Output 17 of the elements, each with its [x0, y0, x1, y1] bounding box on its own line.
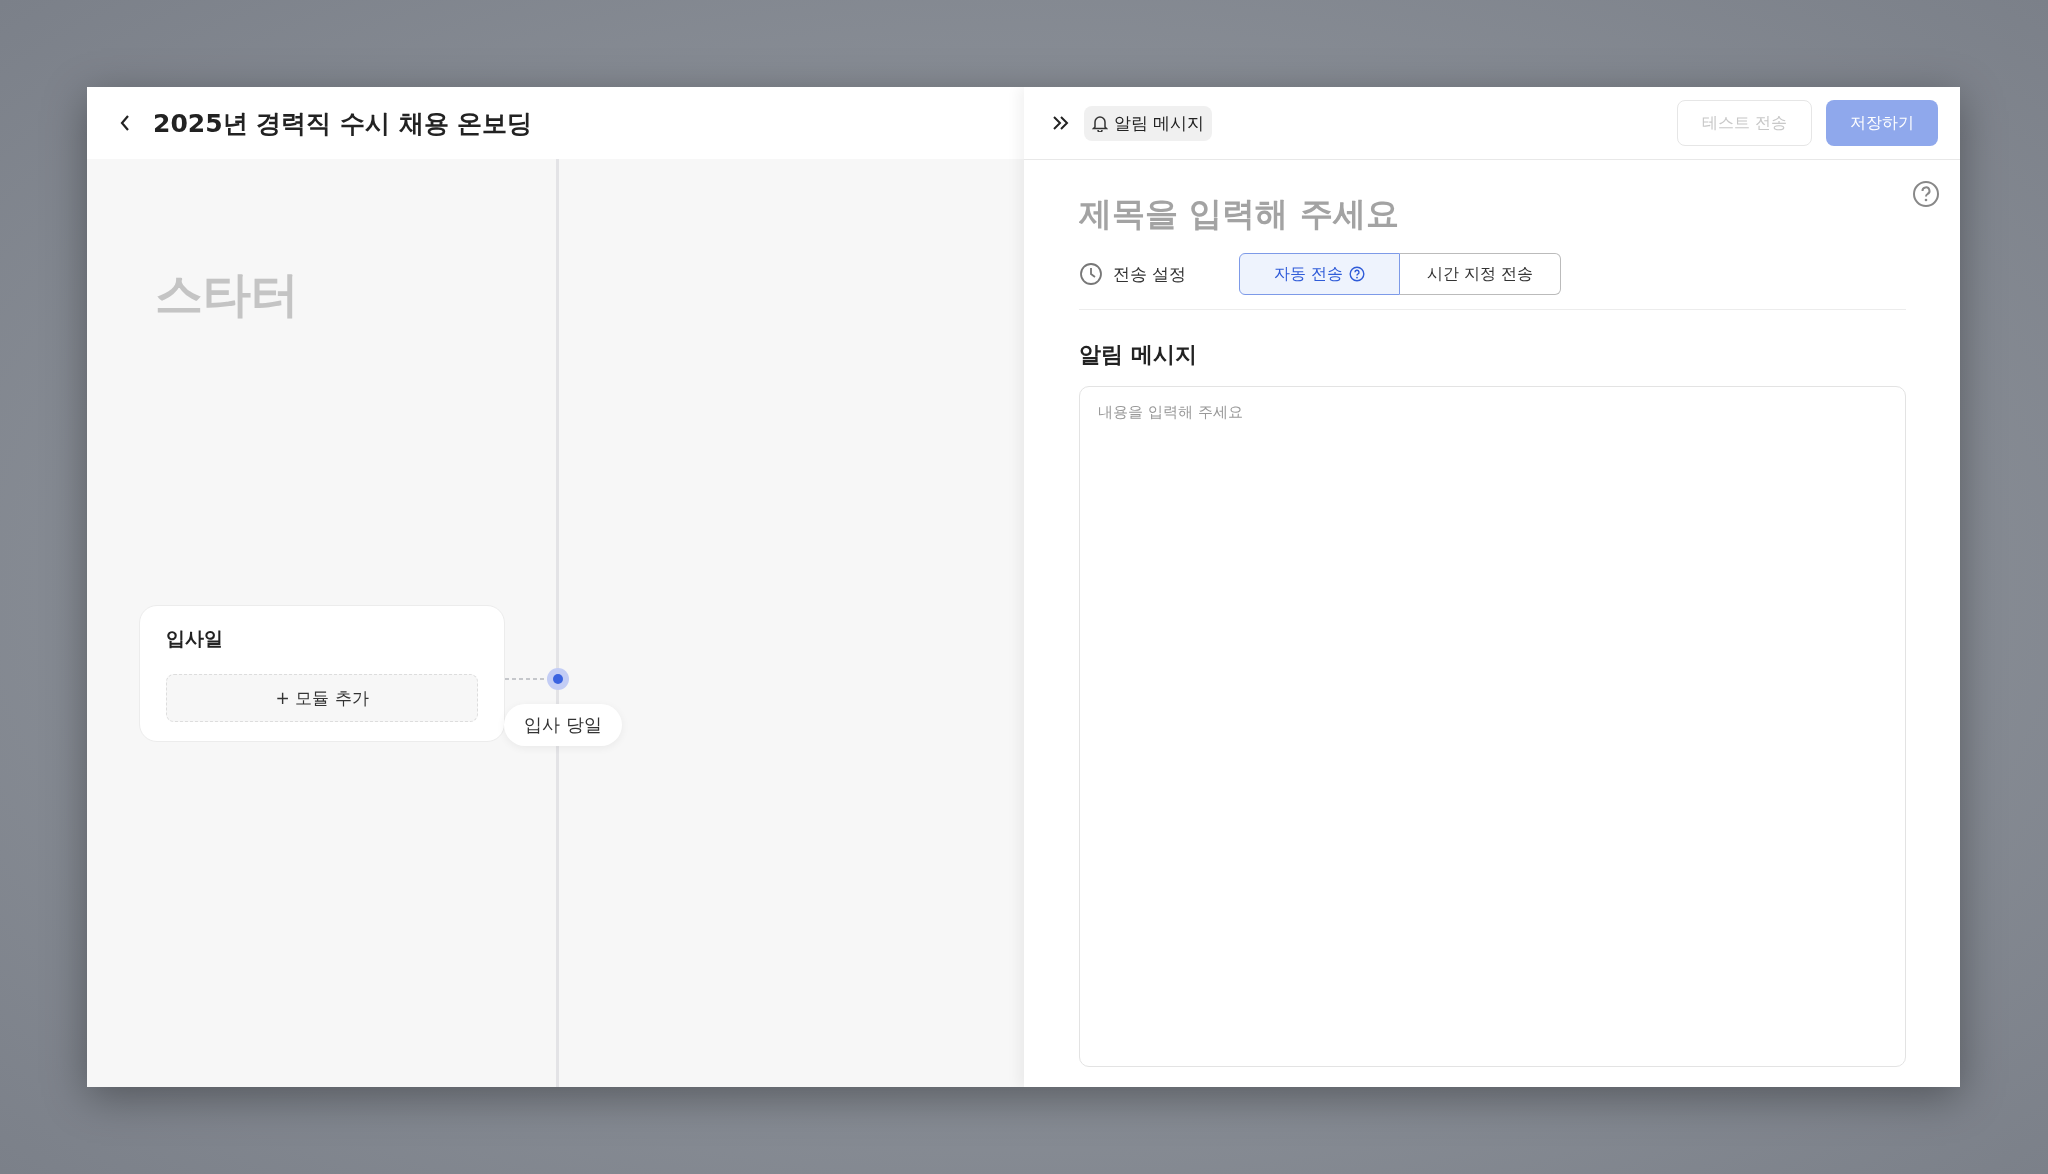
- message-textarea[interactable]: 내용을 입력해 주세요: [1079, 386, 1906, 1067]
- help-icon[interactable]: [1349, 266, 1366, 282]
- page-title: 2025년 경력직 수시 채용 온보딩: [153, 107, 533, 140]
- expand-icon[interactable]: [1052, 115, 1070, 131]
- send-settings-label: 전송 설정: [1113, 262, 1188, 286]
- back-icon[interactable]: [119, 114, 131, 132]
- node-label: 입사 당일: [504, 704, 622, 746]
- send-mode-tab[interactable]: 시간 지정 전송: [1400, 253, 1561, 295]
- chip-label: 알림 메시지: [1114, 111, 1205, 135]
- add-module-button[interactable]: + 모듈 추가: [166, 674, 478, 722]
- message-heading: 알림 메시지: [1079, 341, 1198, 369]
- bell-icon: [1092, 114, 1108, 132]
- timeline-node[interactable]: [546, 667, 570, 691]
- send-mode-tab[interactable]: 자동 전송: [1239, 253, 1400, 295]
- card-title: 입사일: [166, 626, 224, 651]
- help-icon[interactable]: [1912, 180, 1940, 208]
- clock-icon: [1079, 262, 1103, 286]
